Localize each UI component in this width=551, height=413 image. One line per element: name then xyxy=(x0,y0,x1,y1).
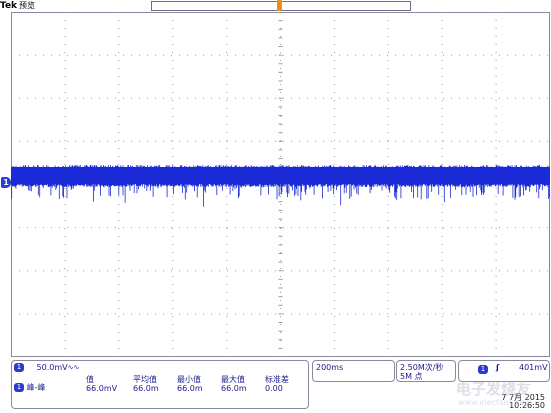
value-max: 66.0m xyxy=(221,384,247,393)
value-min: 66.0m xyxy=(177,384,203,393)
measurement-name-row: 1 峰-峰 xyxy=(14,382,45,393)
channel-scale-readout[interactable]: 1 50.0mV∿∿ xyxy=(14,363,79,372)
measurement-panel: 1 50.0mV∿∿ 1 峰-峰 值 平均值 最小值 最大值 标准差 66.0m… xyxy=(11,360,309,409)
waveform-display xyxy=(11,12,550,357)
oscilloscope-graticule xyxy=(11,12,550,357)
timebase-readout[interactable]: 200ms xyxy=(312,360,395,382)
bandwidth-icon: ∿∿ xyxy=(67,363,80,372)
timebase-value: 200ms xyxy=(316,363,344,372)
measurement-name: 峰-峰 xyxy=(26,383,46,392)
trigger-channel-badge: 1 xyxy=(478,365,488,374)
channel-1-ground-marker[interactable]: 1 xyxy=(1,177,11,188)
record-length: 5M 点 xyxy=(400,372,423,381)
brand-logo: Tek 预览 xyxy=(0,0,35,11)
datetime-readout: 7 7月 2015 10:26:50 xyxy=(494,391,548,411)
mode-label: 预览 xyxy=(19,1,36,10)
time: 10:26:50 xyxy=(509,401,545,410)
channel-badge: 1 xyxy=(14,363,24,372)
rising-edge-icon: ʃ xyxy=(496,363,500,372)
trigger-readout[interactable]: 1 ʃ 401mV xyxy=(458,360,550,382)
value-current: 66.0mV xyxy=(86,384,118,393)
trigger-position-marker[interactable] xyxy=(277,0,282,11)
acquisition-readout[interactable]: 2.50M次/秒 5M 点 xyxy=(396,360,456,382)
value-stddev: 0.00 xyxy=(265,384,283,393)
measurement-channel-badge: 1 xyxy=(14,383,24,392)
channel-scale: 50.0mV xyxy=(36,363,68,372)
brand-name: Tek xyxy=(0,1,18,11)
value-mean: 66.0m xyxy=(133,384,159,393)
trigger-level: 401mV xyxy=(519,363,548,372)
